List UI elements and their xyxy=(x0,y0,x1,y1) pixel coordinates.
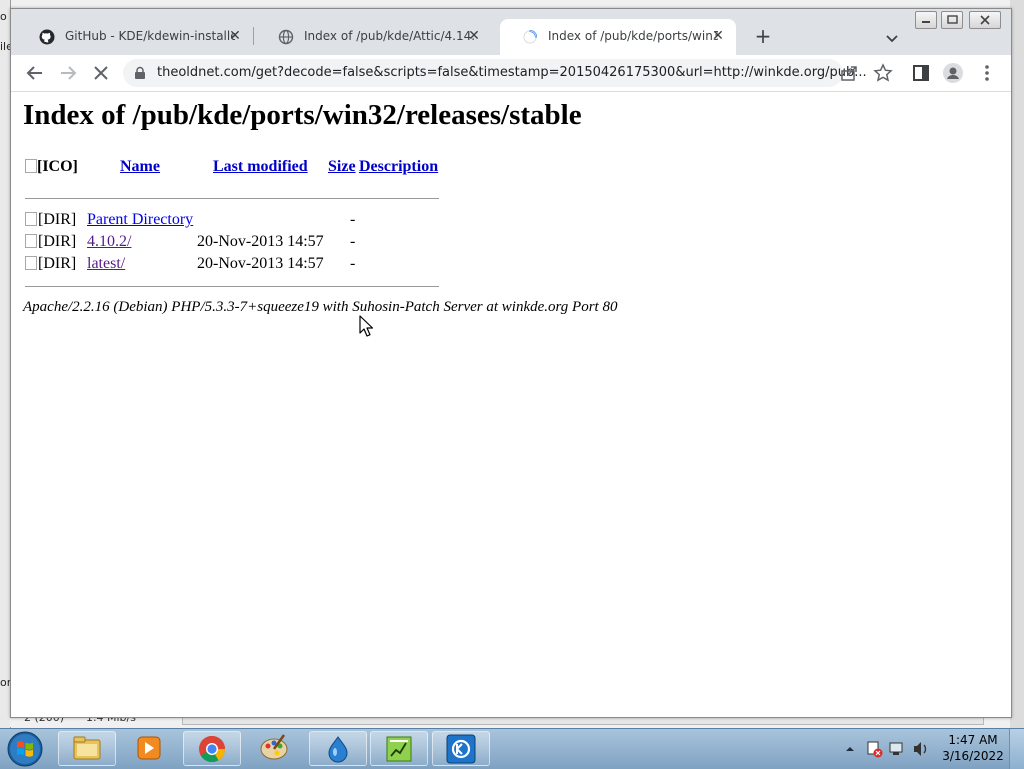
folder-icon: [DIR] xyxy=(25,255,76,273)
show-desktop-button[interactable] xyxy=(1009,729,1024,769)
stop-loading-icon[interactable] xyxy=(89,61,113,85)
network-icon xyxy=(889,742,903,755)
size-value: - xyxy=(350,233,356,250)
start-button-icon[interactable] xyxy=(4,730,46,768)
maximize-button[interactable] xyxy=(941,11,963,29)
more-menu-icon[interactable] xyxy=(977,63,997,83)
github-icon xyxy=(39,29,55,45)
folder-icon: [DIR] xyxy=(25,233,76,251)
paint-taskbar-item[interactable] xyxy=(246,731,304,766)
tab-title: GitHub - KDE/kdewin-installer at xyxy=(65,29,235,43)
tab-github[interactable]: GitHub - KDE/kdewin-installer at ✕ xyxy=(17,19,254,55)
globe-icon xyxy=(278,29,294,45)
table-row: [DIR] 4.10.2/ 20-Nov-2013 14:57 - xyxy=(25,233,525,255)
clock-time: 1:47 AM xyxy=(948,733,998,747)
close-icon[interactable]: ✕ xyxy=(227,28,243,44)
tab-current[interactable]: Index of /pub/kde/ports/win32/r ✕ xyxy=(500,19,736,55)
last-modified: 20-Nov-2013 14:57 xyxy=(197,233,324,250)
drop-icon xyxy=(328,736,348,763)
parent-directory-link[interactable]: Parent Directory xyxy=(87,211,193,229)
url-text[interactable]: theoldnet.com/get?decode=false&scripts=f… xyxy=(157,65,867,80)
drop-app-taskbar-item[interactable] xyxy=(309,731,367,766)
server-signature: Apache/2.2.16 (Debian) PHP/5.3.3-7+squee… xyxy=(23,299,618,315)
close-window-button[interactable] xyxy=(969,11,1001,29)
icon-alt-text: [DIR] xyxy=(38,211,77,228)
sort-size-link[interactable]: Size xyxy=(328,158,356,175)
media-player-icon xyxy=(137,736,161,760)
tab-title: Index of /pub/kde/ports/win32/r xyxy=(548,29,718,43)
table-row: [DIR] Parent Directory - xyxy=(25,211,525,233)
size-column-header[interactable]: Size xyxy=(328,158,356,176)
sort-description-link[interactable]: Description xyxy=(359,158,438,175)
system-clock[interactable]: 1:47 AM 3/16/2022 xyxy=(940,732,1006,764)
close-icon[interactable]: ✕ xyxy=(710,28,726,44)
kde-icon xyxy=(446,734,476,764)
chevron-down-icon[interactable] xyxy=(881,27,903,49)
icon-alt-text: [DIR] xyxy=(38,233,77,250)
profile-avatar[interactable] xyxy=(943,63,963,83)
close-icon[interactable]: ✕ xyxy=(466,28,482,44)
background-window-edge-right xyxy=(1010,0,1024,728)
folder-link[interactable]: 4.10.2/ xyxy=(87,233,131,251)
side-panel-icon[interactable] xyxy=(913,65,929,81)
spreadsheet-icon xyxy=(386,736,412,762)
sort-modified-link[interactable]: Last modified xyxy=(213,158,308,175)
explorer-icon xyxy=(73,736,101,760)
address-bar[interactable]: theoldnet.com/get?decode=false&scripts=f… xyxy=(123,59,867,87)
paint-icon xyxy=(260,734,288,760)
icon-alt-text: [DIR] xyxy=(38,255,77,272)
icon-column-header: [ICO] xyxy=(25,158,78,176)
chrome-icon xyxy=(199,735,226,763)
taskbar: 1:47 AM 3/16/2022 xyxy=(0,728,1024,769)
share-icon[interactable] xyxy=(839,63,859,83)
size-value: - xyxy=(350,255,356,272)
new-tab-button[interactable]: + xyxy=(751,25,775,49)
tab-separator xyxy=(253,27,254,45)
divider xyxy=(25,286,439,287)
kde-taskbar-item[interactable] xyxy=(432,731,490,766)
explorer-taskbar-item[interactable] xyxy=(58,731,116,766)
size-value: - xyxy=(350,211,356,228)
minimize-button[interactable] xyxy=(915,11,937,29)
browser-toolbar: theoldnet.com/get?decode=false&scripts=f… xyxy=(11,55,1011,92)
bg-fragment: o xyxy=(0,10,7,23)
page-content: Index of /pub/kde/ports/win32/releases/s… xyxy=(11,92,1011,717)
last-modified-column-header[interactable]: Last modified xyxy=(213,158,308,176)
clock-date: 3/16/2022 xyxy=(942,749,1004,763)
name-column-header[interactable]: Name xyxy=(120,158,160,176)
show-hidden-icons-icon xyxy=(846,747,854,751)
last-modified: 20-Nov-2013 14:57 xyxy=(197,255,324,272)
browser-window: GitHub - KDE/kdewin-installer at ✕ Index… xyxy=(10,8,1012,718)
sort-name-link[interactable]: Name xyxy=(120,158,160,175)
icon-column-label: [ICO] xyxy=(37,158,78,175)
chrome-taskbar-item[interactable] xyxy=(183,731,241,766)
volume-icon xyxy=(914,742,927,756)
divider xyxy=(25,198,439,199)
folder-icon: [DIR] xyxy=(25,211,76,229)
media-player-taskbar-item[interactable] xyxy=(120,731,178,766)
table-row: [DIR] latest/ 20-Nov-2013 14:57 - xyxy=(25,255,525,277)
lock-icon[interactable] xyxy=(133,66,147,80)
system-tray[interactable] xyxy=(842,738,938,760)
page-title: Index of /pub/kde/ports/win32/releases/s… xyxy=(23,99,582,131)
star-icon[interactable] xyxy=(873,63,893,83)
description-column-header[interactable]: Description xyxy=(359,158,438,176)
back-arrow-icon[interactable] xyxy=(23,61,47,85)
loading-spinner-icon xyxy=(523,30,537,44)
action-center-icon xyxy=(867,741,883,758)
spreadsheet-taskbar-item[interactable] xyxy=(370,731,428,766)
forward-arrow-icon[interactable] xyxy=(56,61,80,85)
tab-strip: GitHub - KDE/kdewin-installer at ✕ Index… xyxy=(11,9,1011,55)
tab-attic[interactable]: Index of /pub/kde/Attic/4.14.3/sr ✕ xyxy=(256,19,492,55)
folder-link[interactable]: latest/ xyxy=(87,255,125,273)
mouse-cursor-icon xyxy=(359,315,373,337)
tab-title: Index of /pub/kde/Attic/4.14.3/sr xyxy=(304,29,474,43)
